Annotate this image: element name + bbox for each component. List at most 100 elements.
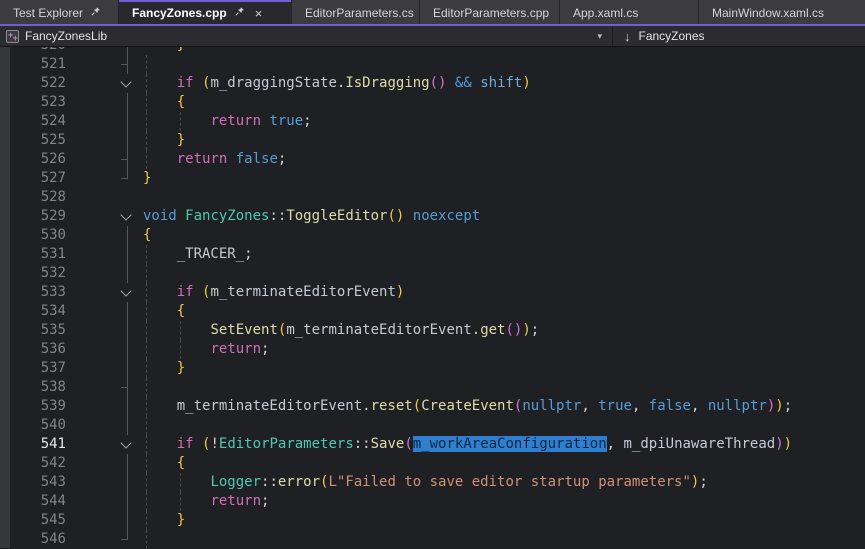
code-text: _TRACER_; <box>143 245 253 264</box>
outline-guide <box>66 226 143 245</box>
code-line: 525 } <box>0 131 865 150</box>
goto-member-arrow-icon: ↓ <box>624 30 631 43</box>
code-text: } <box>143 131 185 150</box>
code-text: { <box>143 93 185 112</box>
code-line: 524 return true; <box>0 112 865 131</box>
code-text: return; <box>143 340 269 359</box>
code-text: } <box>143 359 185 378</box>
code-line: 540 <box>0 416 865 435</box>
scope-dropdown-label: FancyZones <box>639 29 705 43</box>
code-line: 533 if (m_terminateEditorEvent) <box>0 283 865 302</box>
line-number: 530 <box>0 226 66 245</box>
fold-collapse-icon[interactable] <box>66 74 143 93</box>
chevron-down-icon[interactable]: ▾ <box>597 31 612 42</box>
tab-mainwindow-xaml-cs[interactable]: MainWindow.xaml.cs <box>699 0 865 24</box>
outline-guide <box>66 93 143 112</box>
code-line: 531 _TRACER_; <box>0 245 865 264</box>
code-line: 528 <box>0 188 865 207</box>
tab-editorparameters-cpp[interactable]: EditorParameters.cpp <box>420 0 559 24</box>
indent-guide <box>146 264 147 283</box>
code-text: } <box>143 169 151 188</box>
line-number: 544 <box>0 492 66 511</box>
line-number: 542 <box>0 454 66 473</box>
project-dropdown-label: FancyZonesLib <box>25 29 107 43</box>
outline-guide <box>66 112 143 131</box>
line-number: 534 <box>0 302 66 321</box>
code-line: 542 { <box>0 454 865 473</box>
indent-guide <box>146 55 147 74</box>
outline-guide <box>66 169 143 188</box>
code-text: if (m_draggingState.IsDragging() && shif… <box>143 74 531 93</box>
fold-collapse-icon[interactable] <box>66 283 143 302</box>
line-number: 538 <box>0 378 66 397</box>
code-line: 541 if (!EditorParameters::Save(m_workAr… <box>0 435 865 454</box>
code-line: 523 { <box>0 93 865 112</box>
outline-guide <box>66 492 143 511</box>
outline-guide <box>66 397 143 416</box>
code-text: return; <box>143 492 269 511</box>
outline-guide <box>66 473 143 492</box>
outline-guide <box>66 321 143 340</box>
tab-label: MainWindow.xaml.cs <box>712 6 824 20</box>
line-number: 537 <box>0 359 66 378</box>
tab-test-explorer[interactable]: Test Explorer <box>0 0 118 24</box>
code-line: 522 if (m_draggingState.IsDragging() && … <box>0 74 865 93</box>
fold-collapse-icon[interactable] <box>66 435 143 454</box>
line-number: 532 <box>0 264 66 283</box>
code-line: 520 } <box>0 47 865 55</box>
line-number: 539 <box>0 397 66 416</box>
line-number: 545 <box>0 511 66 530</box>
code-text: SetEvent(m_terminateEditorEvent.get()); <box>143 321 539 340</box>
code-editor[interactable]: 520 }521522 if (m_draggingState.IsDraggi… <box>0 47 865 548</box>
code-line: 521 <box>0 55 865 74</box>
close-icon[interactable]: × <box>252 7 266 20</box>
line-number: 546 <box>0 530 66 548</box>
line-number: 536 <box>0 340 66 359</box>
fold-collapse-icon[interactable] <box>66 207 143 226</box>
tab-editorparameters-cs[interactable]: EditorParameters.cs <box>292 0 419 24</box>
code-navigation-bar: ++ FancyZonesLib ▾ ↓ FancyZones <box>0 26 865 47</box>
line-number: 528 <box>0 188 66 207</box>
code-text: void FancyZones::ToggleEditor() noexcept <box>143 207 480 226</box>
outline-guide <box>66 47 143 55</box>
code-text: } <box>143 511 185 530</box>
code-text: { <box>143 302 185 321</box>
outline-guide <box>66 359 143 378</box>
outline-guide <box>66 416 143 435</box>
outline-guide <box>66 245 143 264</box>
outline-guide <box>66 150 143 169</box>
outline-guide <box>66 55 143 74</box>
code-line: 536 return; <box>0 340 865 359</box>
project-dropdown[interactable]: ++ FancyZonesLib ▾ <box>0 26 612 46</box>
pin-icon[interactable] <box>90 6 101 20</box>
code-text: return false; <box>143 150 286 169</box>
outline-guide <box>66 530 143 548</box>
code-line: 532 <box>0 264 865 283</box>
tab-app-xaml-cs[interactable]: App.xaml.cs <box>560 0 698 24</box>
outline-guide <box>66 302 143 321</box>
pin-icon[interactable] <box>234 6 245 20</box>
line-number: 543 <box>0 473 66 492</box>
code-line: 538 <box>0 378 865 397</box>
line-number: 520 <box>0 47 66 55</box>
line-number: 529 <box>0 207 66 226</box>
code-line: 535 SetEvent(m_terminateEditorEvent.get(… <box>0 321 865 340</box>
line-number: 525 <box>0 131 66 150</box>
selected-token: m_workAreaConfiguration <box>413 436 607 452</box>
line-number: 527 <box>0 169 66 188</box>
line-number: 526 <box>0 150 66 169</box>
code-line: 529 void FancyZones::ToggleEditor() noexc… <box>0 207 865 226</box>
indent-guide <box>146 378 147 397</box>
code-text: if (!EditorParameters::Save(m_workAreaCo… <box>143 435 792 454</box>
code-line: 539 m_terminateEditorEvent.reset(CreateE… <box>0 397 865 416</box>
tab-label: FancyZones.cpp <box>132 6 227 20</box>
outline-guide <box>66 378 143 397</box>
code-line: 537 } <box>0 359 865 378</box>
code-text: Logger::error(L"Failed to save editor st… <box>143 473 708 492</box>
code-text: if (m_terminateEditorEvent) <box>143 283 404 302</box>
code-line: 544 return; <box>0 492 865 511</box>
code-line: 546 <box>0 530 865 548</box>
tab-fancyzones-cpp[interactable]: FancyZones.cpp × <box>119 0 291 24</box>
line-number: 535 <box>0 321 66 340</box>
scope-dropdown[interactable]: ↓ FancyZones <box>613 26 865 46</box>
